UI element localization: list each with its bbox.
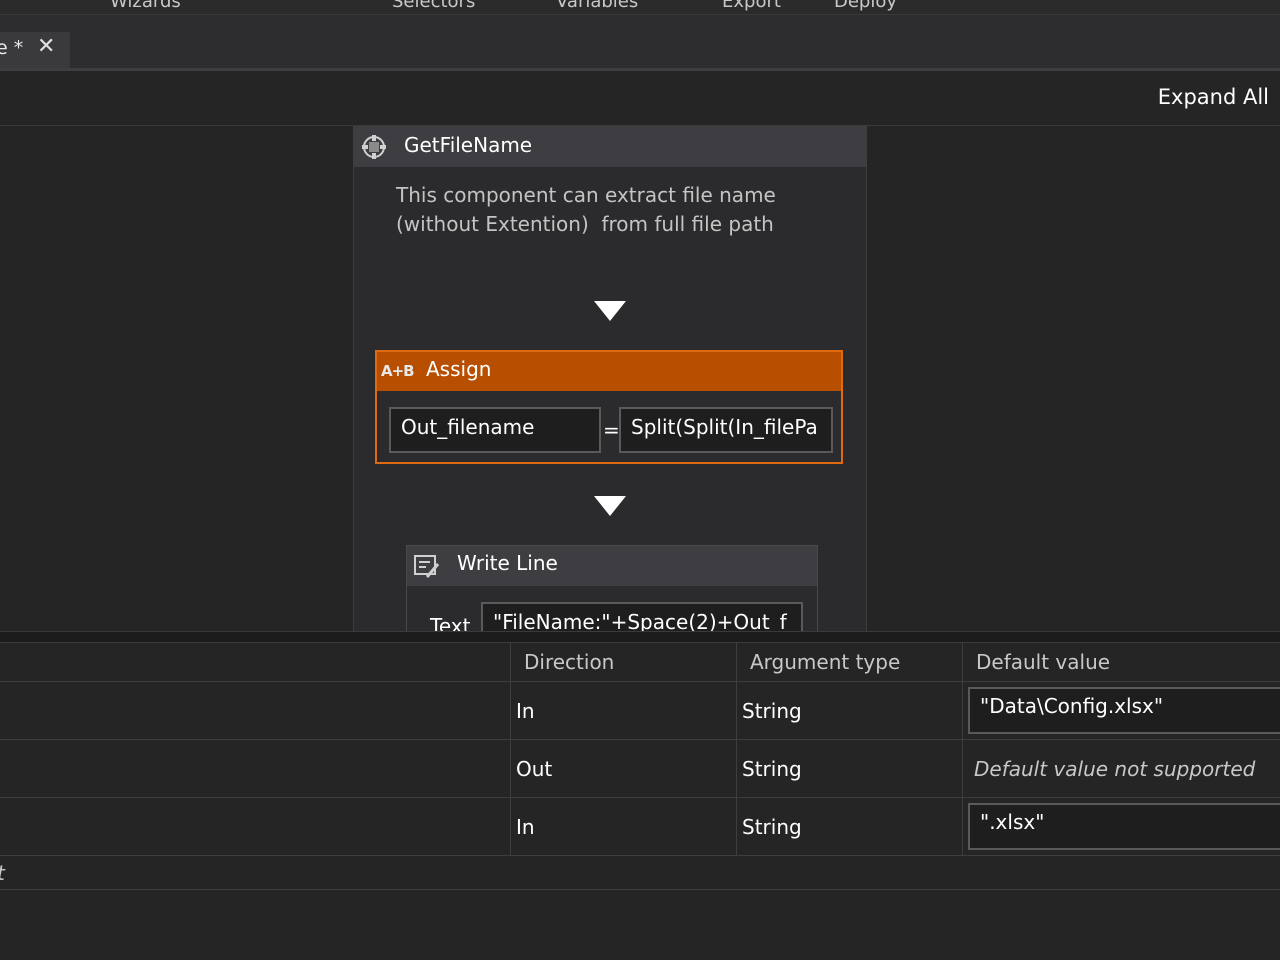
write-line-icon [414,555,440,578]
table-row[interactable]: Out String Default value not supported [0,740,1280,798]
ribbon-export[interactable]: Export [722,0,781,12]
column-header-argument-type[interactable]: Argument type [737,642,963,681]
assign-value-field[interactable]: Split(Split(In_filePa [619,407,833,453]
write-line-activity[interactable]: Write Line Text "FileName:"+Space(2)+Out… [406,545,818,631]
table-header-row: Direction Argument type Default value [0,642,1280,682]
flow-arrow-icon [594,496,626,516]
equals-sign: = [603,418,620,442]
flow-arrow-icon [594,301,626,321]
argument-type-cell[interactable]: String [737,798,963,855]
assign-header[interactable]: A+B Assign [377,352,841,391]
direction-cell[interactable]: In [511,798,737,855]
arguments-table: Direction Argument type Default value In… [0,642,1280,857]
argument-type-cell[interactable]: String [737,682,963,739]
designer-header: Expand All [0,71,1280,126]
sequence-title: GetFileName [404,133,533,157]
default-value-cell: Default value not supported [963,740,1280,797]
sequence-icon [362,135,386,159]
document-tab[interactable]: e * ✕ [0,32,70,68]
assign-icon: A+B [381,362,415,380]
default-value-input[interactable]: "Data\Config.xlsx" [968,687,1280,734]
ribbon-variables[interactable]: Variables [556,0,638,12]
argument-name-cell[interactable] [0,740,511,797]
column-header-default-value[interactable]: Default value [963,642,1280,681]
assign-activity[interactable]: A+B Assign Out_filename = Split(Split(In… [375,350,843,464]
table-row[interactable]: In String "Data\Config.xlsx" [0,682,1280,740]
default-value-cell: ".xlsx" [963,798,1280,855]
sequence-annotation: This component can extract file name (wi… [396,181,836,239]
ribbon-selectors[interactable]: Selectors [392,0,475,12]
direction-cell[interactable]: Out [511,740,737,797]
create-argument-row[interactable]: t [0,857,1280,890]
default-value-unsupported: Default value not supported [974,756,1256,781]
text-label: Text [430,614,471,631]
argument-name-cell[interactable] [0,798,511,855]
tab-title: e * [0,37,24,59]
direction-cell[interactable]: In [511,682,737,739]
column-header-direction[interactable]: Direction [511,642,737,681]
ribbon-wizards[interactable]: Wizards [110,0,181,12]
sequence-header[interactable]: GetFileName [354,127,866,167]
create-argument-label: t [0,861,5,885]
column-header-name[interactable] [0,642,511,681]
ribbon: Wizards Selectors Variables Export Deplo… [0,0,1280,15]
assign-to-field[interactable]: Out_filename [389,407,601,453]
argument-name-cell[interactable] [0,682,511,739]
default-value-input[interactable]: ".xlsx" [968,803,1280,850]
document-tab-strip: e * ✕ [0,15,1280,71]
expand-all-button[interactable]: Expand All [1158,85,1269,109]
write-line-header[interactable]: Write Line [407,546,817,586]
workflow-canvas: GetFileName This component can extract f… [0,126,1280,631]
argument-type-cell[interactable]: String [737,740,963,797]
write-line-text-field[interactable]: "FileName:"+Space(2)+Out_f [481,602,803,631]
write-line-title: Write Line [457,551,558,575]
table-row[interactable]: In String ".xlsx" [0,798,1280,856]
annotation-line: This component can extract file name [396,183,776,207]
sequence-activity[interactable]: GetFileName This component can extract f… [353,126,867,631]
assign-title: Assign [426,357,492,381]
close-icon[interactable]: ✕ [37,34,55,59]
annotation-line: (without Extention) from full file path [396,212,774,236]
default-value-cell: "Data\Config.xlsx" [963,682,1280,739]
ribbon-deploy[interactable]: Deploy [834,0,897,12]
